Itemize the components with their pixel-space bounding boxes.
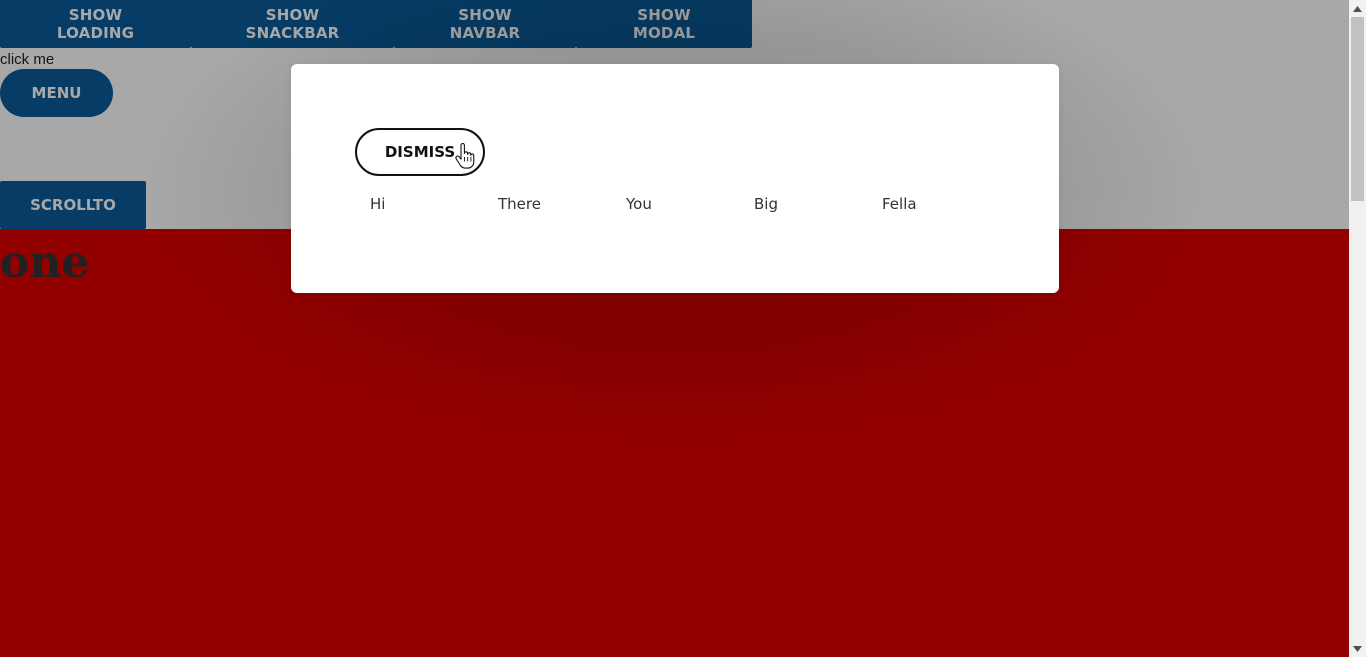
list-item: You [626, 195, 652, 213]
list-item: Fella [882, 195, 917, 213]
modal-dialog: DISMISS Hi There You Big Fella [291, 64, 1059, 293]
triangle-down-icon [1353, 645, 1362, 652]
list-item: There [498, 195, 541, 213]
list-item: Big [754, 195, 778, 213]
page-scrollbar[interactable] [1349, 0, 1366, 657]
scroll-down-arrow[interactable] [1349, 640, 1366, 657]
triangle-up-icon [1353, 5, 1362, 12]
scroll-up-arrow[interactable] [1349, 0, 1366, 17]
dismiss-button[interactable]: DISMISS [355, 128, 485, 176]
scroll-thumb[interactable] [1351, 17, 1364, 201]
list-item: Hi [370, 195, 386, 213]
word-list: Hi There You Big Fella [355, 193, 995, 215]
